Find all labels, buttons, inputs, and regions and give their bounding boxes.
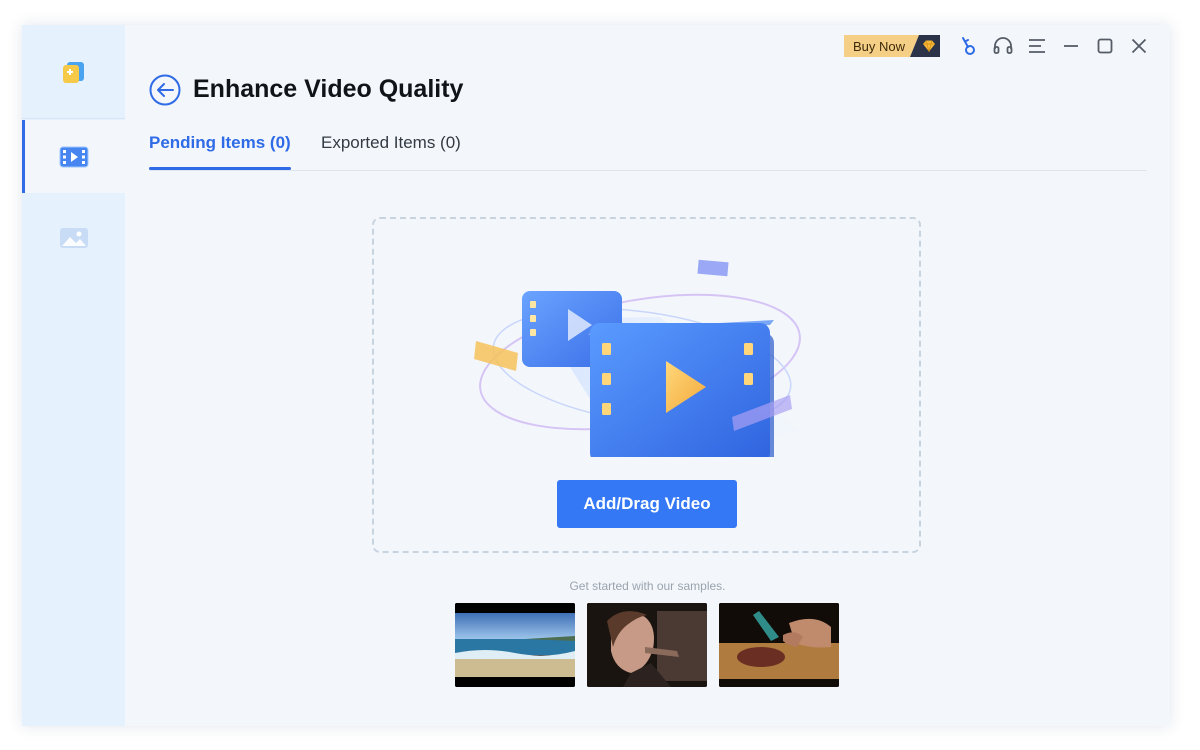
tab-pending-items[interactable]: Pending Items (0): [149, 131, 291, 170]
close-button[interactable]: [1122, 34, 1156, 58]
tab-exported-items[interactable]: Exported Items (0): [321, 131, 461, 169]
sample-video-beach[interactable]: [455, 603, 575, 687]
page-title: Enhance Video Quality: [193, 75, 464, 103]
maximize-button[interactable]: [1088, 34, 1122, 58]
buy-now-label: Buy Now: [844, 35, 919, 57]
support-button[interactable]: [986, 34, 1020, 58]
app-window: Buy Now Enhance Video Quality Pending It…: [22, 25, 1170, 726]
close-icon: [1131, 38, 1147, 54]
key-icon: [962, 37, 975, 55]
sample-video-portrait[interactable]: [587, 603, 707, 687]
minimize-button[interactable]: [1054, 34, 1088, 58]
titlebar: Buy Now: [844, 34, 1156, 58]
tab-bar: Pending Items (0) Exported Items (0): [149, 131, 1147, 171]
app-logo-icon: [62, 61, 84, 83]
sidebar: [22, 25, 125, 726]
license-key-button[interactable]: [952, 34, 986, 58]
add-drag-video-button[interactable]: Add/Drag Video: [557, 480, 737, 528]
main-panel: Buy Now Enhance Video Quality Pending It…: [125, 25, 1170, 726]
menu-button[interactable]: [1020, 34, 1054, 58]
headset-icon: [993, 37, 1013, 54]
buy-now-button[interactable]: Buy Now: [844, 35, 940, 57]
beach-thumbnail: [455, 603, 575, 687]
sidebar-logo: [22, 25, 125, 119]
menu-icon: [1029, 39, 1045, 53]
samples-caption: Get started with our samples.: [569, 579, 726, 593]
sidebar-item-image-enhance[interactable]: [22, 201, 125, 274]
sidebar-item-video-enhance[interactable]: [22, 120, 125, 193]
minimize-icon: [1064, 45, 1078, 47]
sample-video-cooking[interactable]: [719, 603, 839, 687]
portrait-thumbnail: [587, 603, 707, 687]
video-illustration: [474, 259, 801, 457]
cooking-thumbnail: [719, 603, 839, 687]
video-enhance-icon: [59, 146, 88, 167]
back-arrow-icon: [149, 74, 181, 106]
back-button[interactable]: [149, 74, 181, 106]
maximize-icon: [1097, 38, 1113, 54]
image-enhance-icon: [59, 227, 88, 248]
